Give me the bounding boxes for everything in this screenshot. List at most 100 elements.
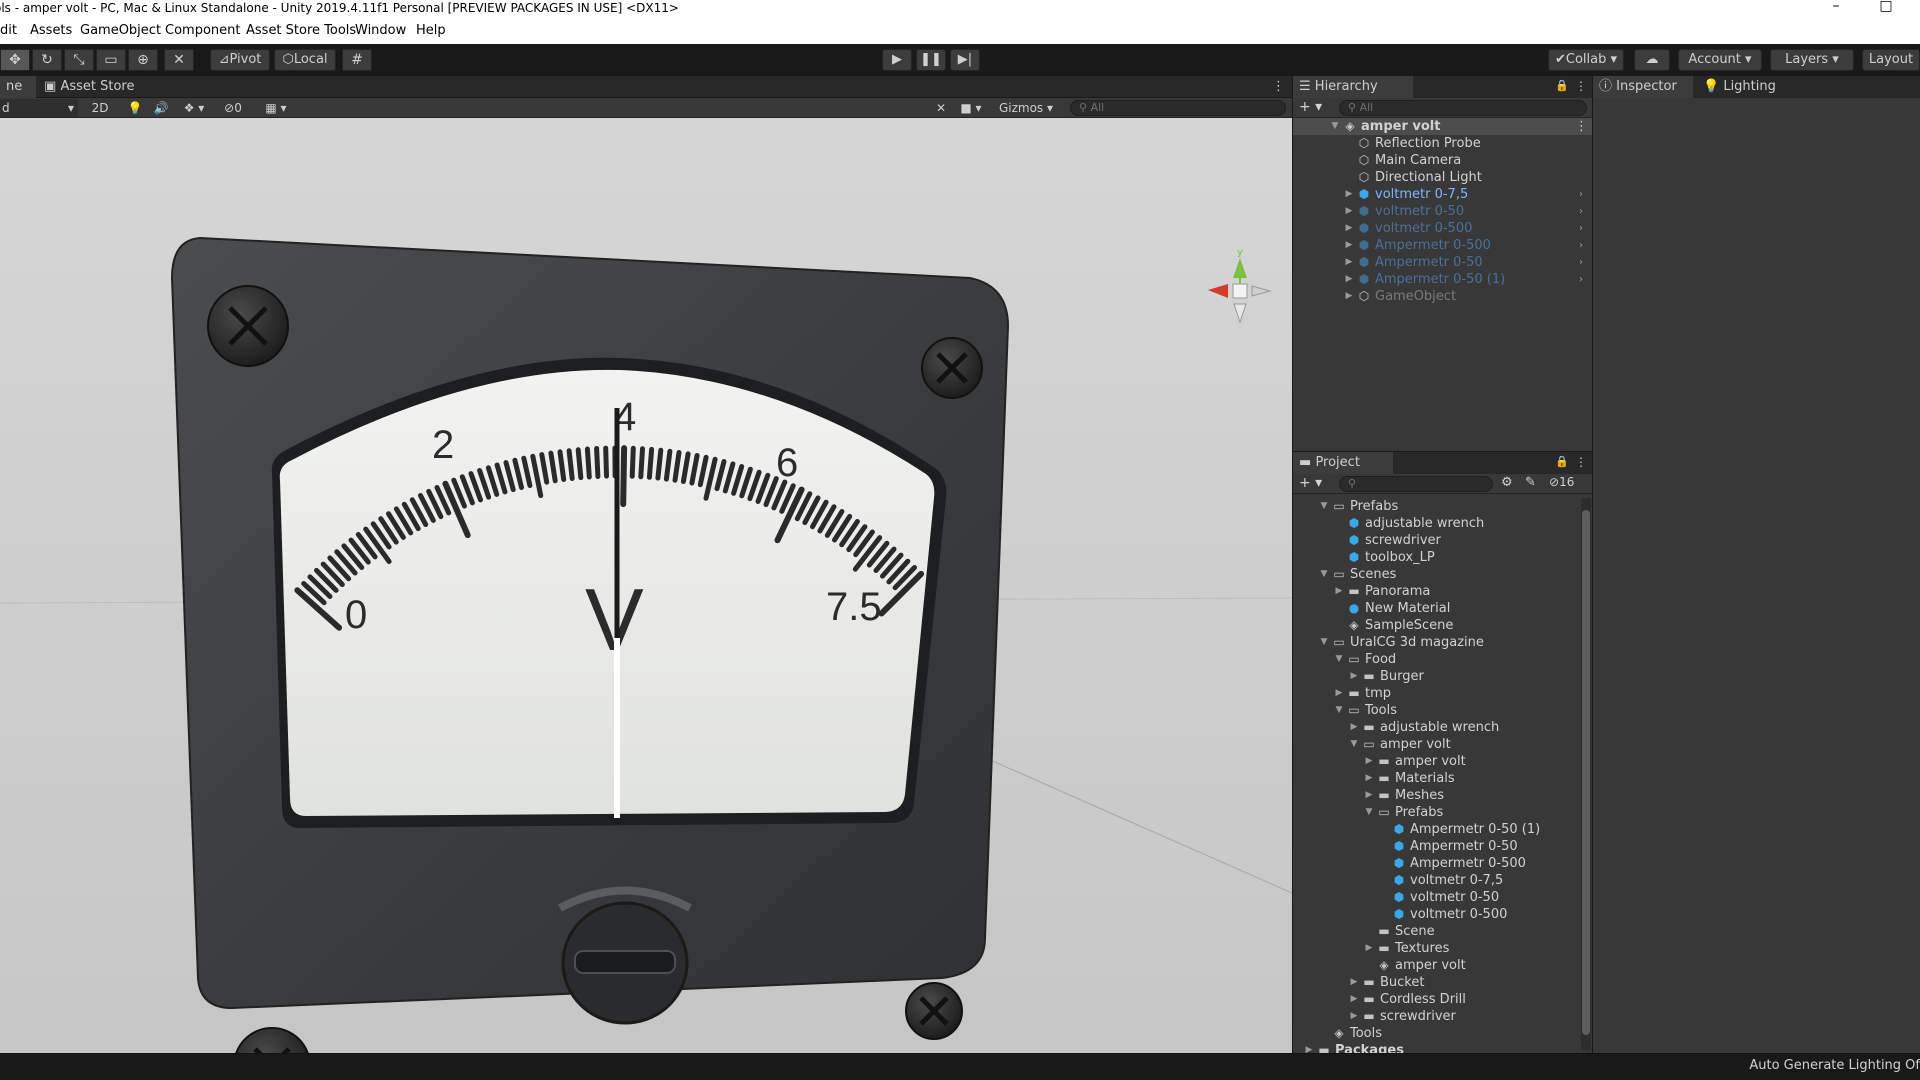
custom-tool-icon[interactable]: ✕ <box>164 49 194 71</box>
project-item[interactable]: ▼ ▭ Scenes <box>1293 566 1579 583</box>
project-item[interactable]: ⬢ Ampermetr 0-50 <box>1293 838 1579 855</box>
expand-arrow-icon[interactable]: ▶ <box>1343 237 1355 254</box>
grid-snap-icon[interactable]: # <box>342 49 372 71</box>
open-prefab-icon[interactable]: › <box>1579 237 1583 254</box>
hierarchy-search-input[interactable]: ⚲ All <box>1339 100 1587 116</box>
project-item[interactable]: ⬢ voltmetr 0-500 <box>1293 906 1579 923</box>
hierarchy-item[interactable]: ▶ ⬢ Ampermetr 0-50 (1) › <box>1293 271 1593 288</box>
hierarchy-item[interactable]: ▶ ⬢ voltmetr 0-500 › <box>1293 220 1593 237</box>
project-item[interactable]: ▼ ▭ Prefabs <box>1293 498 1579 515</box>
project-item[interactable]: ▼ ▭ Food <box>1293 651 1579 668</box>
tab-lighting[interactable]: 💡 Lighting <box>1697 76 1782 98</box>
project-item[interactable]: ▼ ▭ UralCG 3d magazine <box>1293 634 1579 651</box>
expand-arrow-icon[interactable]: ▶ <box>1333 685 1345 702</box>
expand-arrow-icon[interactable]: ▶ <box>1343 254 1355 271</box>
layers-dropdown[interactable]: Layers ▾ <box>1770 49 1854 71</box>
expand-arrow-icon[interactable]: ▼ <box>1363 804 1375 821</box>
project-item[interactable]: ▶ ▬ Panorama <box>1293 583 1579 600</box>
project-item[interactable]: ▶ ▬ Textures <box>1293 940 1579 957</box>
add-icon[interactable]: + ▾ <box>1299 475 1322 491</box>
menu-help[interactable]: Help <box>416 23 446 38</box>
filter-type-icon[interactable]: ⚙ <box>1501 475 1513 490</box>
project-item[interactable]: ▬ Scene <box>1293 923 1579 940</box>
project-item[interactable]: ▶ ▬ Meshes <box>1293 787 1579 804</box>
project-item[interactable]: ▼ ▭ Prefabs <box>1293 804 1579 821</box>
menu-asset-store-tools[interactable]: Asset Store Tools <box>246 23 356 38</box>
expand-arrow-icon[interactable]: ▶ <box>1333 583 1345 600</box>
expand-arrow-icon[interactable]: ▶ <box>1363 770 1375 787</box>
menu-component[interactable]: Component <box>165 23 240 38</box>
expand-arrow-icon[interactable]: ▶ <box>1348 719 1360 736</box>
expand-arrow-icon[interactable]: ▶ <box>1348 974 1360 991</box>
scene-search-input[interactable]: ⚲ All <box>1070 100 1286 116</box>
menu-window[interactable]: Window <box>355 23 406 38</box>
hierarchy-item[interactable]: ⬡ Directional Light <box>1293 169 1593 186</box>
project-item[interactable]: ▼ ▭ amper volt <box>1293 736 1579 753</box>
project-item[interactable]: ▶ ▬ Bucket <box>1293 974 1579 991</box>
rect-tool-icon[interactable]: ▭ <box>96 49 126 71</box>
play-button[interactable]: ▶ <box>882 49 912 71</box>
kebab-menu-icon[interactable]: ⋮ <box>1575 455 1587 469</box>
project-item[interactable]: ▶ ▬ tmp <box>1293 685 1579 702</box>
project-item[interactable]: ▼ ▭ Tools <box>1293 702 1579 719</box>
tools-icon[interactable]: ✕ <box>930 99 952 117</box>
expand-arrow-icon[interactable]: ▼ <box>1318 566 1330 583</box>
project-item[interactable]: ▶ ▬ Cordless Drill <box>1293 991 1579 1008</box>
hierarchy-item[interactable]: ▶ ⬡ GameObject <box>1293 288 1593 305</box>
pivot-button[interactable]: ⊿Pivot <box>210 49 270 71</box>
hierarchy-item[interactable]: ▶ ⬢ voltmetr 0-7,5 › <box>1293 186 1593 203</box>
scale-tool-icon[interactable]: ⤡ <box>64 49 94 71</box>
menu-gameobject[interactable]: GameObject <box>80 23 161 38</box>
project-search-input[interactable]: ⚲ <box>1339 476 1493 492</box>
hierarchy-root[interactable]: ▼ ◈ amper volt ⋮ <box>1293 118 1593 135</box>
hierarchy-item[interactable]: ▶ ⬢ voltmetr 0-50 › <box>1293 203 1593 220</box>
transform-tool-icon[interactable]: ⊕ <box>128 49 158 71</box>
expand-arrow-icon[interactable]: ▼ <box>1329 118 1341 135</box>
expand-arrow-icon[interactable]: ▶ <box>1348 991 1360 1008</box>
pause-button[interactable]: ❚❚ <box>916 49 946 71</box>
expand-arrow-icon[interactable]: ▼ <box>1333 651 1345 668</box>
scrollbar-thumb[interactable] <box>1582 510 1590 1035</box>
gizmos-dropdown[interactable]: Gizmos ▾ <box>990 99 1062 117</box>
tab-inspector[interactable]: ⓘ Inspector <box>1593 76 1693 98</box>
grid-dropdown-icon[interactable]: ▦ ▾ <box>256 99 296 117</box>
account-dropdown[interactable]: Account ▾ <box>1678 49 1762 71</box>
hierarchy-item[interactable]: ▶ ⬢ Ampermetr 0-50 › <box>1293 254 1593 271</box>
expand-arrow-icon[interactable]: ▶ <box>1343 220 1355 237</box>
expand-arrow-icon[interactable]: ▼ <box>1333 702 1345 719</box>
open-prefab-icon[interactable]: › <box>1579 186 1583 203</box>
layout-dropdown[interactable]: Layout <box>1862 49 1920 71</box>
open-prefab-icon[interactable]: › <box>1579 271 1583 288</box>
kebab-menu-icon[interactable]: ⋮ <box>1575 118 1588 135</box>
project-item[interactable]: ◈ Tools <box>1293 1025 1579 1042</box>
camera-dropdown-icon[interactable]: ■ ▾ <box>956 99 986 117</box>
expand-arrow-icon[interactable]: ▶ <box>1363 940 1375 957</box>
hierarchy-item[interactable]: ⬡ Main Camera <box>1293 152 1593 169</box>
menu-assets[interactable]: Assets <box>30 23 72 38</box>
expand-arrow-icon[interactable]: ▼ <box>1318 634 1330 651</box>
project-item[interactable]: ◈ SampleScene <box>1293 617 1579 634</box>
expand-arrow-icon[interactable]: ▶ <box>1363 753 1375 770</box>
tab-asset-store[interactable]: ▣ Asset Store <box>38 76 140 98</box>
project-item[interactable]: ▶ ▬ amper volt <box>1293 753 1579 770</box>
project-item[interactable]: ⬢ Ampermetr 0-50 (1) <box>1293 821 1579 838</box>
tab-hierarchy[interactable]: ☰ Hierarchy <box>1293 76 1413 98</box>
project-item[interactable]: ◈ amper volt <box>1293 957 1579 974</box>
move-tool-icon[interactable]: ✥ <box>0 49 30 71</box>
effects-dropdown-icon[interactable]: ❖ ▾ <box>176 99 212 117</box>
audio-toggle-icon[interactable]: 🔊 <box>150 99 172 117</box>
maximize-icon[interactable]: □ <box>1866 0 1906 16</box>
kebab-menu-icon[interactable]: ⋮ <box>1266 76 1286 98</box>
lock-icon[interactable]: 🔒 <box>1555 79 1569 92</box>
project-item[interactable]: ⬢ Ampermetr 0-500 <box>1293 855 1579 872</box>
open-prefab-icon[interactable]: › <box>1579 203 1583 220</box>
kebab-menu-icon[interactable]: ⋮ <box>1575 79 1587 93</box>
expand-arrow-icon[interactable]: ▼ <box>1318 498 1330 515</box>
project-item[interactable]: ⬢ adjustable wrench <box>1293 515 1579 532</box>
2d-toggle[interactable]: 2D <box>86 99 114 117</box>
expand-arrow-icon[interactable]: ▶ <box>1343 288 1355 305</box>
lock-icon[interactable]: 🔒 <box>1555 455 1569 468</box>
collab-button[interactable]: ✔Collab ▾ <box>1548 49 1624 71</box>
expand-arrow-icon[interactable]: ▶ <box>1343 271 1355 288</box>
project-item[interactable]: ▶ ▬ Burger <box>1293 668 1579 685</box>
